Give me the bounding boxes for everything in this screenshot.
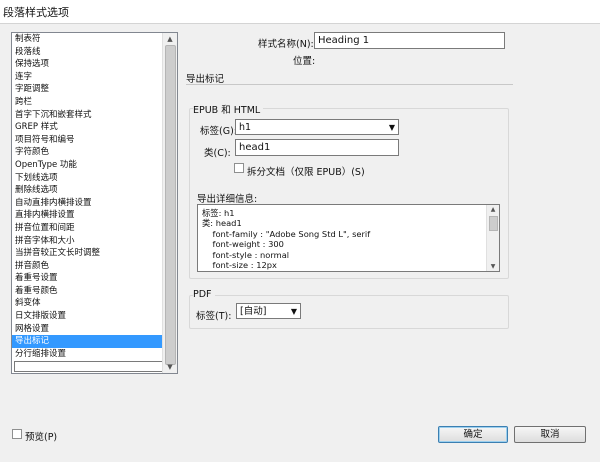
- category-list-items: 制表符 段落线 保持选项 连字 字距调整 跨栏 首字下沉和嵌套样式 GREP 样式 项目符号和编…: [12, 33, 164, 360]
- category-list[interactable]: 制表符 段落线 保持选项 连字 字距调整 跨栏 首字下沉和嵌套样式 GREP 样式 项目符号和编…: [11, 32, 178, 374]
- epub-tag-value: h1: [239, 122, 252, 133]
- chevron-down-icon: ▼: [388, 123, 395, 132]
- chevron-down-icon: ▼: [290, 307, 297, 316]
- sidebar-item[interactable]: 着重号颜色: [12, 285, 164, 298]
- sidebar-item[interactable]: 分行缩排设置: [12, 348, 164, 361]
- sidebar-item[interactable]: 保持选项: [12, 58, 164, 71]
- sidebar-item[interactable]: 删除线选项: [12, 184, 164, 197]
- sidebar-item[interactable]: 拼音颜色: [12, 260, 164, 273]
- sidebar-item[interactable]: 拼音位置和间距: [12, 222, 164, 235]
- export-details-text[interactable]: 标签: h1 类: head1 font-family : "Adobe Song…: [197, 204, 500, 272]
- cancel-button[interactable]: 取消: [514, 426, 586, 443]
- style-name-input[interactable]: Heading 1: [314, 32, 505, 49]
- sidebar-item[interactable]: 项目符号和编号: [12, 134, 164, 147]
- sidebar-item[interactable]: 首字下沉和嵌套样式: [12, 109, 164, 122]
- sidebar-item[interactable]: 段落线: [12, 46, 164, 59]
- epub-group-label: EPUB 和 HTML: [193, 102, 264, 116]
- section-title: 导出标记: [186, 74, 225, 85]
- export-details-line: 类: head1: [202, 218, 242, 229]
- window-title: 段落样式选项: [0, 0, 600, 24]
- split-document-label: 拆分文档（仅限 EPUB）(S): [247, 167, 365, 178]
- export-details-line: font-weight : 300: [202, 239, 284, 250]
- arrow-down-icon[interactable]: ▼: [487, 262, 499, 271]
- section-divider: [186, 84, 513, 85]
- arrow-down-icon[interactable]: ▼: [163, 361, 177, 373]
- sidebar-item[interactable]: 字距调整: [12, 83, 164, 96]
- export-details-scrollbar[interactable]: ▲ ▼: [486, 205, 499, 271]
- scrollbar-thumb[interactable]: [165, 45, 176, 365]
- preview-checkbox[interactable]: [12, 429, 22, 439]
- preview-label: 预览(P): [25, 432, 58, 443]
- export-details-line: font-family : "Adobe Song Std L", serif: [202, 228, 371, 239]
- sidebar-item[interactable]: 导出标记: [12, 335, 164, 348]
- sidebar-item[interactable]: 当拼音较正文长时调整: [12, 247, 164, 260]
- scrollbar-thumb[interactable]: [489, 216, 498, 231]
- sidebar-item[interactable]: 自动直排内横排设置: [12, 197, 164, 210]
- sidebar-item[interactable]: 制表符: [12, 33, 164, 46]
- sidebar-item[interactable]: 斜变体: [12, 297, 164, 310]
- sidebar-item[interactable]: 网格设置: [12, 323, 164, 336]
- category-list-edit-field[interactable]: [14, 361, 164, 372]
- export-details-line: 标签: h1: [202, 208, 235, 218]
- split-document-checkbox[interactable]: [234, 163, 244, 173]
- location-label: 位置:: [293, 56, 316, 67]
- sidebar-item[interactable]: 日文排版设置: [12, 310, 164, 323]
- pdf-tag-select[interactable]: [自动] ▼: [236, 303, 301, 319]
- epub-tag-select[interactable]: h1 ▼: [235, 119, 399, 135]
- sidebar-item[interactable]: 连字: [12, 71, 164, 84]
- sidebar-item[interactable]: 着重号设置: [12, 272, 164, 285]
- sidebar-item[interactable]: 跨栏: [12, 96, 164, 109]
- epub-class-input[interactable]: head1: [235, 139, 399, 156]
- category-list-scrollbar[interactable]: ▲ ▼: [162, 33, 177, 373]
- export-details-line: font-size : 12px: [202, 259, 277, 270]
- export-details-lines: 标签: h1 类: head1 font-family : "Adobe Song…: [198, 205, 499, 270]
- pdf-tag-label: 标签(T):: [196, 311, 232, 322]
- sidebar-item[interactable]: 拼音字体和大小: [12, 235, 164, 248]
- sidebar-item[interactable]: 下划线选项: [12, 172, 164, 185]
- pdf-tag-value: [自动]: [240, 306, 267, 317]
- style-name-label: 样式名称(N):: [258, 39, 314, 50]
- ok-button[interactable]: 确定: [438, 426, 508, 443]
- arrow-up-icon[interactable]: ▲: [487, 205, 499, 214]
- epub-class-label: 类(C):: [204, 148, 231, 159]
- pdf-group-label: PDF: [193, 289, 215, 300]
- epub-tag-label: 标签(G):: [200, 126, 237, 137]
- sidebar-item[interactable]: 直排内横排设置: [12, 209, 164, 222]
- sidebar-item[interactable]: GREP 样式: [12, 121, 164, 134]
- arrow-up-icon[interactable]: ▲: [163, 33, 177, 45]
- sidebar-item[interactable]: OpenType 功能: [12, 159, 164, 172]
- export-details-label: 导出详细信息:: [197, 194, 258, 205]
- sidebar-item[interactable]: 字符颜色: [12, 146, 164, 159]
- export-details-line: font-style : normal: [202, 249, 290, 260]
